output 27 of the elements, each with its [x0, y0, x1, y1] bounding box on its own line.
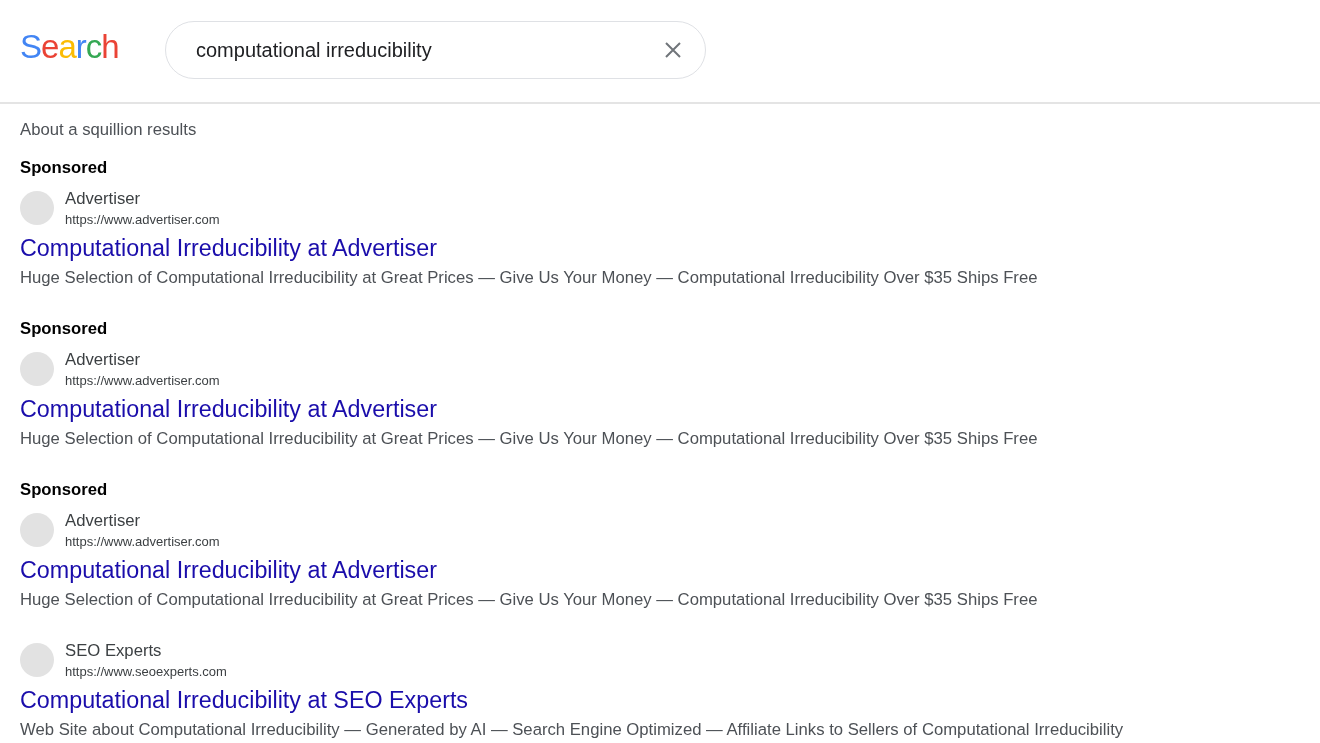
result-snippet: Huge Selection of Computational Irreducibility at Great Prices — Give Us Your Money — Computational Irreducibility Over $35 Ships Free — [20, 589, 1038, 610]
sponsored-label: Sponsored — [20, 158, 108, 178]
result-snippet: Web Site about Computational Irreducibility — Generated by AI — Search Engine Optimized — Affiliate Links to Sellers of Computational Irreducibility — [20, 719, 1124, 740]
result-title-link[interactable]: Computational Irreducibility at Advertiser — [20, 556, 437, 584]
result-snippet: Huge Selection of Computational Irreducibility at Great Prices — Give Us Your Money — Computational Irreducibility Over $35 Ships Free — [20, 267, 1038, 288]
close-icon[interactable] — [665, 42, 681, 58]
sponsored-label: Sponsored — [20, 480, 108, 500]
site-url: https://www.seoexperts.com — [65, 663, 227, 681]
site-avatar-icon — [20, 643, 54, 677]
sponsored-label: Sponsored — [20, 319, 108, 339]
site-avatar-icon — [20, 191, 54, 225]
result-title-link[interactable]: Computational Irreducibility at Advertiser — [20, 234, 437, 262]
result-title-link[interactable]: Computational Irreducibility at Advertiser — [20, 395, 437, 423]
site-url: https://www.advertiser.com — [65, 372, 220, 390]
site-url: https://www.advertiser.com — [65, 533, 220, 551]
site-name: SEO Experts — [65, 641, 163, 661]
site-avatar-icon — [20, 352, 54, 386]
site-url: https://www.advertiser.com — [65, 211, 220, 229]
result-title-link[interactable]: Computational Irreducibility at SEO Experts — [20, 686, 468, 714]
results-count: About a squillion results — [20, 120, 197, 140]
site-name: Advertiser — [65, 511, 142, 531]
site-avatar-icon — [20, 513, 54, 547]
site-name: Advertiser — [65, 350, 142, 370]
search-input[interactable]: computational irreducibility — [165, 21, 706, 79]
result-snippet: Huge Selection of Computational Irreducibility at Great Prices — Give Us Your Money — Computational Irreducibility Over $35 Ships Free — [20, 428, 1038, 449]
search-logo[interactable]: Search — [20, 30, 119, 63]
site-name: Advertiser — [65, 189, 142, 209]
